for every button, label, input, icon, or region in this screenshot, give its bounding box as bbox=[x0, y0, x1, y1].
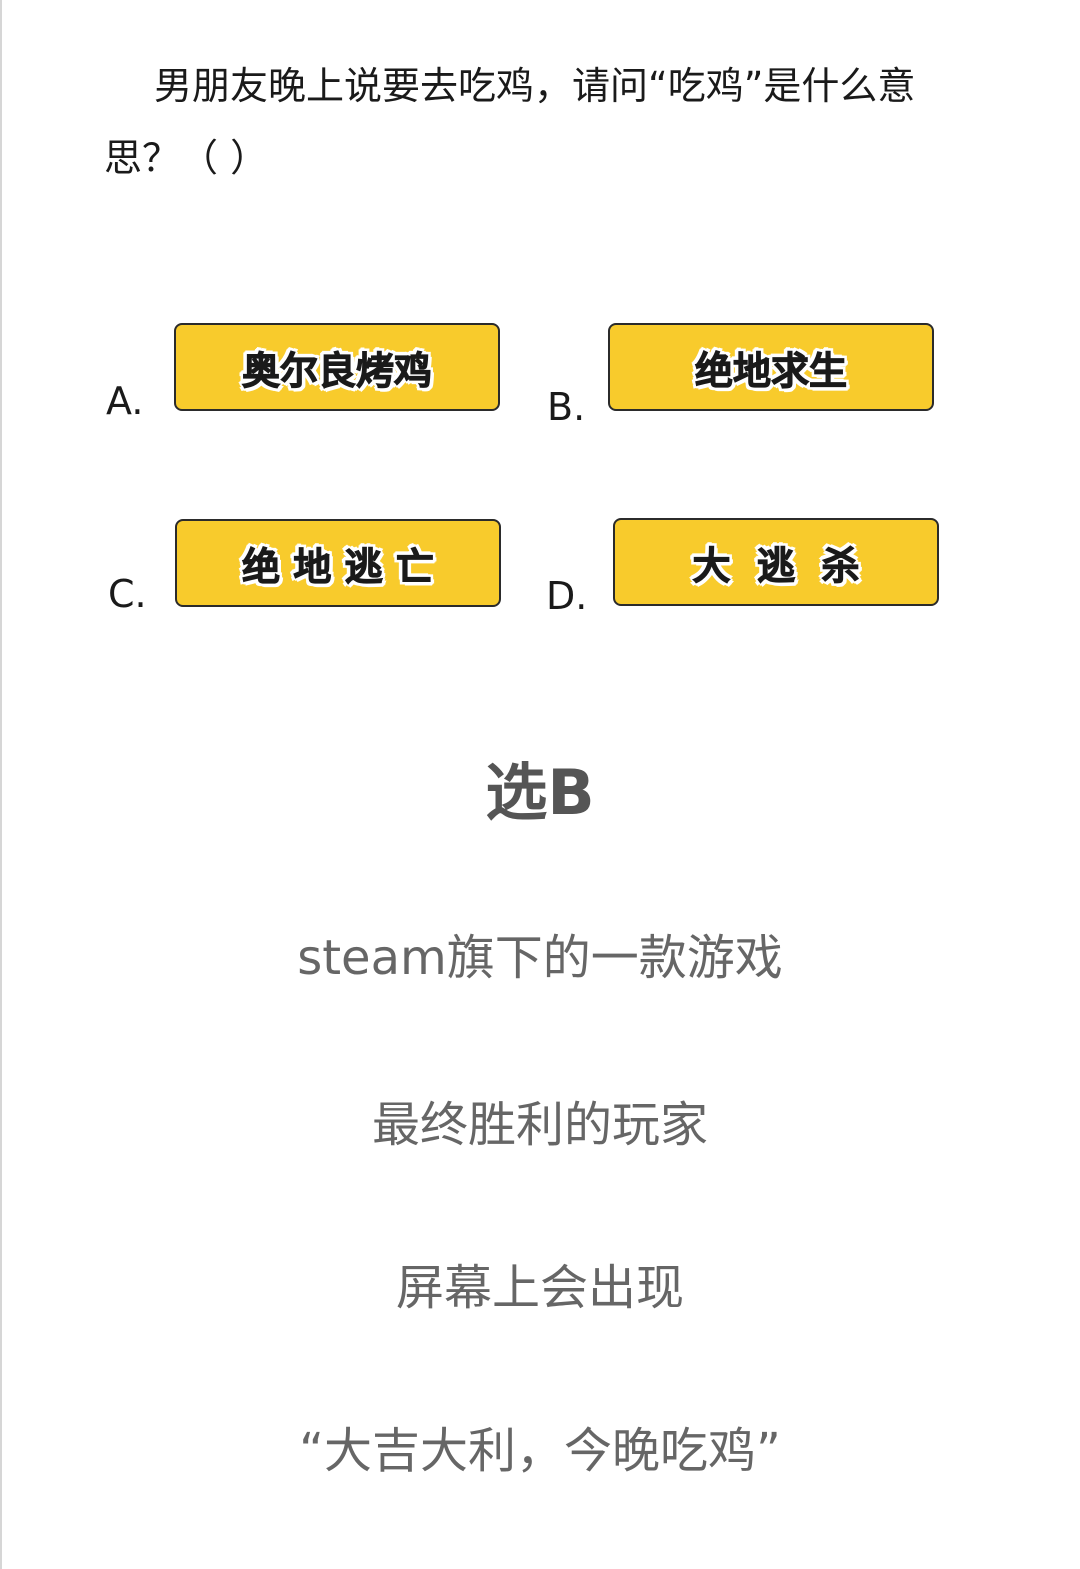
option-b-button[interactable]: 绝地求生 bbox=[608, 323, 934, 411]
option-c-label: 绝 地 逃 亡 bbox=[242, 544, 435, 589]
option-d-letter: D. bbox=[546, 574, 588, 618]
option-a-button[interactable]: 奥尔良烤鸡 bbox=[174, 323, 500, 411]
explanation-line-3: 屏幕上会出现 bbox=[395, 1260, 684, 1316]
explanation-line-4: “大吉大利，今晚吃鸡” bbox=[299, 1423, 781, 1479]
explanation-line-2: 最终胜利的玩家 bbox=[371, 1097, 708, 1153]
option-b-letter: B. bbox=[547, 385, 586, 429]
option-a-label: 奥尔良烤鸡 bbox=[241, 348, 432, 393]
option-a-letter: A. bbox=[106, 379, 144, 423]
question-text: 男朋友晚上说要去吃鸡，请问“吃鸡”是什么意思？（ ） bbox=[104, 64, 916, 180]
answer-text: 选B bbox=[485, 756, 595, 829]
option-d-button[interactable]: 大 逃 杀 bbox=[613, 518, 939, 606]
option-b-label: 绝地求生 bbox=[694, 348, 847, 393]
option-c-letter: C. bbox=[108, 572, 147, 616]
option-d-label: 大 逃 杀 bbox=[692, 543, 860, 588]
option-c-button[interactable]: 绝 地 逃 亡 bbox=[175, 519, 501, 607]
explanation-line-1: steam旗下的一款游戏 bbox=[297, 930, 783, 986]
